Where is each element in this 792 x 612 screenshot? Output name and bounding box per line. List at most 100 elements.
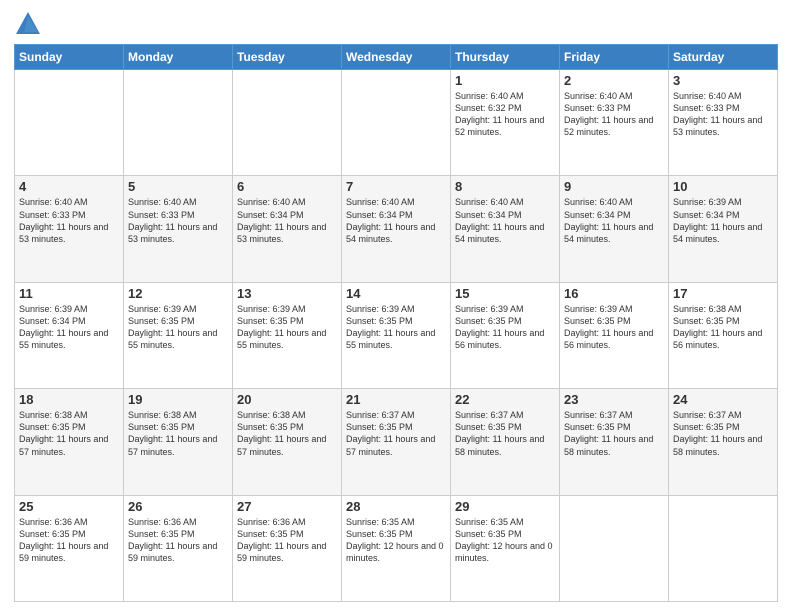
calendar-cell: 12 Sunrise: 6:39 AM Sunset: 6:35 PM Dayli…: [124, 282, 233, 388]
day-info: Sunrise: 6:39 AM Sunset: 6:35 PM Dayligh…: [455, 303, 555, 352]
day-number: 29: [455, 499, 555, 514]
day-number: 11: [19, 286, 119, 301]
day-number: 20: [237, 392, 337, 407]
calendar-cell: 20 Sunrise: 6:38 AM Sunset: 6:35 PM Dayli…: [233, 389, 342, 495]
day-number: 26: [128, 499, 228, 514]
day-number: 24: [673, 392, 773, 407]
calendar-cell: 23 Sunrise: 6:37 AM Sunset: 6:35 PM Dayli…: [560, 389, 669, 495]
day-number: 1: [455, 73, 555, 88]
calendar-table: SundayMondayTuesdayWednesdayThursdayFrid…: [14, 44, 778, 602]
day-info: Sunrise: 6:40 AM Sunset: 6:33 PM Dayligh…: [673, 90, 773, 139]
calendar-cell: 19 Sunrise: 6:38 AM Sunset: 6:35 PM Dayli…: [124, 389, 233, 495]
day-number: 4: [19, 179, 119, 194]
day-info: Sunrise: 6:39 AM Sunset: 6:35 PM Dayligh…: [128, 303, 228, 352]
day-info: Sunrise: 6:40 AM Sunset: 6:32 PM Dayligh…: [455, 90, 555, 139]
calendar-cell: 11Sunrise: 6:39 AM Sunset: 6:34 PM Dayli…: [15, 282, 124, 388]
day-number: 12: [128, 286, 228, 301]
logo-icon: [14, 10, 42, 38]
day-info: Sunrise: 6:38 AM Sunset: 6:35 PM Dayligh…: [19, 409, 119, 458]
day-number: 3: [673, 73, 773, 88]
day-info: Sunrise: 6:36 AM Sunset: 6:35 PM Dayligh…: [19, 516, 119, 565]
calendar-cell: [669, 495, 778, 601]
day-number: 22: [455, 392, 555, 407]
calendar-cell: 26 Sunrise: 6:36 AM Sunset: 6:35 PM Dayli…: [124, 495, 233, 601]
day-number: 13: [237, 286, 337, 301]
day-info: Sunrise: 6:37 AM Sunset: 6:35 PM Dayligh…: [455, 409, 555, 458]
day-number: 25: [19, 499, 119, 514]
calendar-cell: 14Sunrise: 6:39 AM Sunset: 6:35 PM Dayli…: [342, 282, 451, 388]
weekday-header-cell: Wednesday: [342, 45, 451, 70]
day-info: Sunrise: 6:38 AM Sunset: 6:35 PM Dayligh…: [128, 409, 228, 458]
day-info: Sunrise: 6:40 AM Sunset: 6:34 PM Dayligh…: [455, 196, 555, 245]
day-number: 15: [455, 286, 555, 301]
day-info: Sunrise: 6:38 AM Sunset: 6:35 PM Dayligh…: [237, 409, 337, 458]
day-number: 27: [237, 499, 337, 514]
day-info: Sunrise: 6:37 AM Sunset: 6:35 PM Dayligh…: [564, 409, 664, 458]
day-number: 9: [564, 179, 664, 194]
calendar-cell: 5Sunrise: 6:40 AM Sunset: 6:33 PM Daylig…: [124, 176, 233, 282]
calendar-cell: 29 Sunrise: 6:35 AM Sunset: 6:35 PM Dayli…: [451, 495, 560, 601]
calendar-cell: 27 Sunrise: 6:36 AM Sunset: 6:35 PM Dayli…: [233, 495, 342, 601]
day-info: Sunrise: 6:36 AM Sunset: 6:35 PM Dayligh…: [128, 516, 228, 565]
day-number: 7: [346, 179, 446, 194]
day-number: 5: [128, 179, 228, 194]
day-number: 28: [346, 499, 446, 514]
day-info: Sunrise: 6:40 AM Sunset: 6:33 PM Dayligh…: [564, 90, 664, 139]
day-info: Sunrise: 6:39 AM Sunset: 6:35 PM Dayligh…: [237, 303, 337, 352]
day-info: Sunrise: 6:37 AM Sunset: 6:35 PM Dayligh…: [673, 409, 773, 458]
page: SundayMondayTuesdayWednesdayThursdayFrid…: [0, 0, 792, 612]
day-info: Sunrise: 6:40 AM Sunset: 6:34 PM Dayligh…: [237, 196, 337, 245]
day-info: Sunrise: 6:39 AM Sunset: 6:35 PM Dayligh…: [346, 303, 446, 352]
calendar-cell: 18Sunrise: 6:38 AM Sunset: 6:35 PM Dayli…: [15, 389, 124, 495]
weekday-header-cell: Friday: [560, 45, 669, 70]
calendar-cell: 22 Sunrise: 6:37 AM Sunset: 6:35 PM Dayli…: [451, 389, 560, 495]
day-info: Sunrise: 6:36 AM Sunset: 6:35 PM Dayligh…: [237, 516, 337, 565]
logo: [14, 10, 46, 38]
day-number: 21: [346, 392, 446, 407]
weekday-header-cell: Monday: [124, 45, 233, 70]
calendar-cell: 17 Sunrise: 6:38 AM Sunset: 6:35 PM Dayli…: [669, 282, 778, 388]
day-info: Sunrise: 6:40 AM Sunset: 6:34 PM Dayligh…: [346, 196, 446, 245]
day-info: Sunrise: 6:38 AM Sunset: 6:35 PM Dayligh…: [673, 303, 773, 352]
calendar-cell: 7 Sunrise: 6:40 AM Sunset: 6:34 PM Daylig…: [342, 176, 451, 282]
day-info: Sunrise: 6:35 AM Sunset: 6:35 PM Dayligh…: [455, 516, 555, 565]
calendar-cell: 28Sunrise: 6:35 AM Sunset: 6:35 PM Dayli…: [342, 495, 451, 601]
calendar-cell: 9 Sunrise: 6:40 AM Sunset: 6:34 PM Daylig…: [560, 176, 669, 282]
calendar-cell: 3 Sunrise: 6:40 AM Sunset: 6:33 PM Daylig…: [669, 70, 778, 176]
day-number: 17: [673, 286, 773, 301]
day-number: 19: [128, 392, 228, 407]
day-number: 2: [564, 73, 664, 88]
calendar-row: 25 Sunrise: 6:36 AM Sunset: 6:35 PM Dayli…: [15, 495, 778, 601]
weekday-header-cell: Thursday: [451, 45, 560, 70]
calendar-cell: [233, 70, 342, 176]
day-info: Sunrise: 6:39 AM Sunset: 6:34 PM Dayligh…: [673, 196, 773, 245]
calendar-row: 4 Sunrise: 6:40 AM Sunset: 6:33 PM Daylig…: [15, 176, 778, 282]
day-info: Sunrise: 6:39 AM Sunset: 6:35 PM Dayligh…: [564, 303, 664, 352]
calendar-cell: 25 Sunrise: 6:36 AM Sunset: 6:35 PM Dayli…: [15, 495, 124, 601]
weekday-header-cell: Saturday: [669, 45, 778, 70]
weekday-header-row: SundayMondayTuesdayWednesdayThursdayFrid…: [15, 45, 778, 70]
day-number: 16: [564, 286, 664, 301]
calendar-cell: 24 Sunrise: 6:37 AM Sunset: 6:35 PM Dayli…: [669, 389, 778, 495]
day-number: 23: [564, 392, 664, 407]
header: [14, 10, 778, 38]
calendar-cell: 6 Sunrise: 6:40 AM Sunset: 6:34 PM Daylig…: [233, 176, 342, 282]
calendar-row: 11Sunrise: 6:39 AM Sunset: 6:34 PM Dayli…: [15, 282, 778, 388]
day-info: Sunrise: 6:37 AM Sunset: 6:35 PM Dayligh…: [346, 409, 446, 458]
calendar-row: 18Sunrise: 6:38 AM Sunset: 6:35 PM Dayli…: [15, 389, 778, 495]
calendar-body: 1 Sunrise: 6:40 AM Sunset: 6:32 PM Daylig…: [15, 70, 778, 602]
calendar-cell: 16 Sunrise: 6:39 AM Sunset: 6:35 PM Dayli…: [560, 282, 669, 388]
day-number: 8: [455, 179, 555, 194]
weekday-header-cell: Tuesday: [233, 45, 342, 70]
calendar-cell: [124, 70, 233, 176]
day-number: 10: [673, 179, 773, 194]
weekday-header-cell: Sunday: [15, 45, 124, 70]
calendar-cell: 1 Sunrise: 6:40 AM Sunset: 6:32 PM Daylig…: [451, 70, 560, 176]
calendar-cell: 15 Sunrise: 6:39 AM Sunset: 6:35 PM Dayli…: [451, 282, 560, 388]
day-number: 6: [237, 179, 337, 194]
day-info: Sunrise: 6:40 AM Sunset: 6:33 PM Dayligh…: [19, 196, 119, 245]
calendar-cell: 13 Sunrise: 6:39 AM Sunset: 6:35 PM Dayli…: [233, 282, 342, 388]
calendar-cell: [15, 70, 124, 176]
day-info: Sunrise: 6:40 AM Sunset: 6:34 PM Dayligh…: [564, 196, 664, 245]
calendar-cell: [560, 495, 669, 601]
